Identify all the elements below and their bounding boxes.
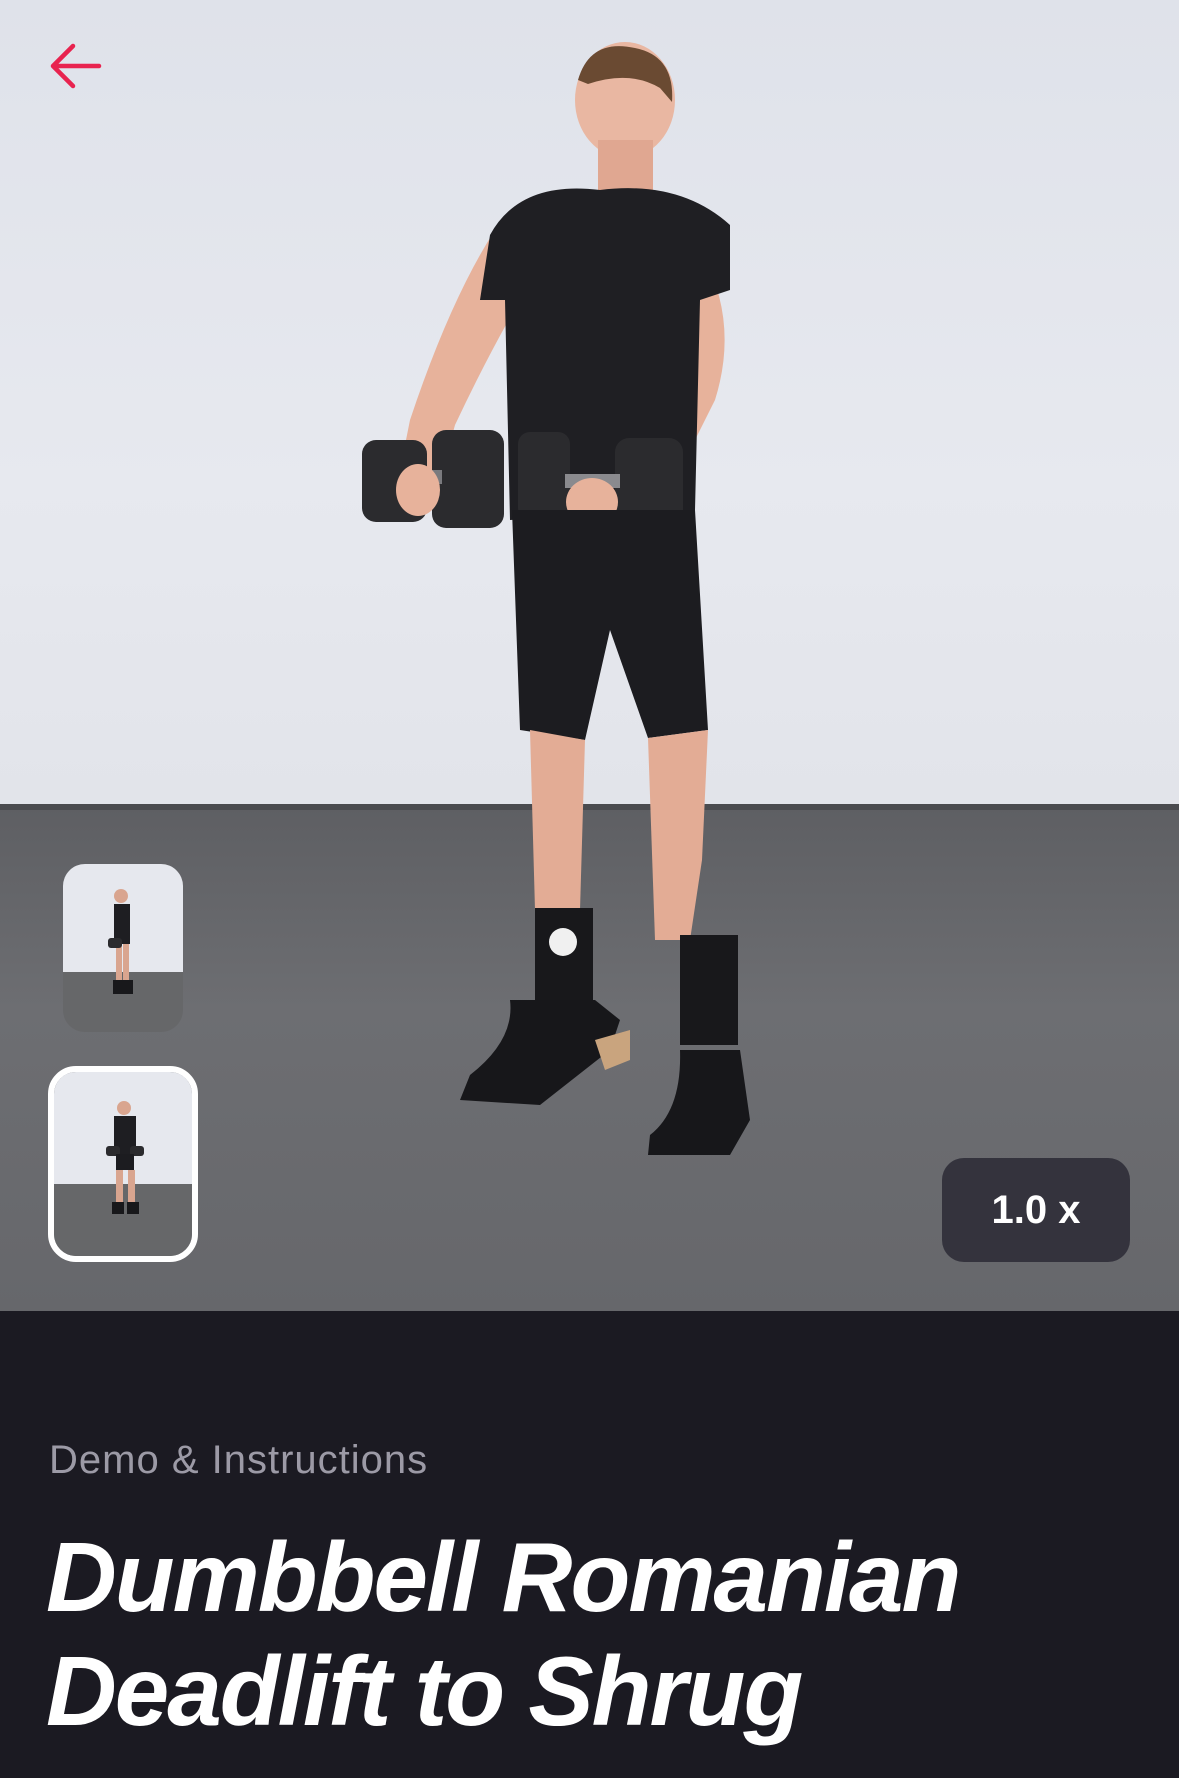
- back-button[interactable]: [40, 38, 110, 94]
- exercise-title: Dumbbell Romanian Deadlift to Shrug: [46, 1522, 961, 1746]
- front-view-thumbnail[interactable]: [48, 1066, 198, 1262]
- thumbnail-image: [63, 864, 183, 1032]
- athlete-figure: [362, 42, 750, 1155]
- thumbnail-image: [54, 1072, 192, 1256]
- exercise-video[interactable]: 1.0 x: [0, 0, 1179, 1311]
- arrow-left-icon: [50, 43, 102, 89]
- section-subtitle: Demo & Instructions: [49, 1438, 429, 1482]
- side-view-thumbnail[interactable]: [63, 864, 183, 1032]
- playback-speed-button[interactable]: 1.0 x: [942, 1158, 1130, 1262]
